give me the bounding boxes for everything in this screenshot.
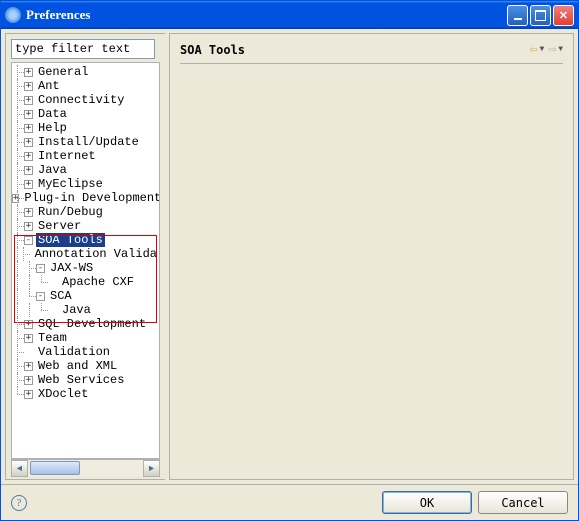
titlebar: Preferences ✕ xyxy=(1,1,578,29)
maximize-button[interactable] xyxy=(530,5,551,26)
expand-icon[interactable]: + xyxy=(24,82,33,91)
tree-item-validation[interactable]: Validation xyxy=(12,345,159,359)
ok-button[interactable]: OK xyxy=(382,491,472,514)
expand-icon[interactable]: + xyxy=(24,362,33,371)
expand-icon[interactable]: + xyxy=(24,180,33,189)
expand-icon[interactable]: + xyxy=(24,334,33,343)
tree-item-rundebug[interactable]: +Run/Debug xyxy=(12,205,159,219)
tree-item-xdoclet[interactable]: +XDoclet xyxy=(12,387,159,401)
app-icon xyxy=(5,7,21,23)
panel-header: SOA Tools ⇦▼ ⇨▼ xyxy=(180,42,563,64)
panel-body xyxy=(180,64,563,471)
expand-icon[interactable]: + xyxy=(24,208,33,217)
right-pane: SOA Tools ⇦▼ ⇨▼ xyxy=(169,33,574,480)
expand-icon[interactable]: + xyxy=(24,222,33,231)
scroll-left-button[interactable]: ◄ xyxy=(11,460,28,477)
arrow-back-icon: ⇦ xyxy=(530,42,538,57)
tree-item-help[interactable]: +Help xyxy=(12,121,159,135)
expand-icon[interactable]: + xyxy=(24,376,33,385)
nav-arrows: ⇦▼ ⇨▼ xyxy=(530,42,563,57)
tree-item-webxml[interactable]: +Web and XML xyxy=(12,359,159,373)
tree-item-server[interactable]: +Server xyxy=(12,219,159,233)
tree-item-general[interactable]: +General xyxy=(12,65,159,79)
chevron-down-icon: ▼ xyxy=(540,45,545,54)
tree-item-myeclipse[interactable]: +MyEclipse xyxy=(12,177,159,191)
expand-icon[interactable]: + xyxy=(24,166,33,175)
expand-icon[interactable]: + xyxy=(24,68,33,77)
preferences-window: Preferences ✕ +General +Ant +Connectivit… xyxy=(0,0,579,521)
expand-icon[interactable]: + xyxy=(24,96,33,105)
horizontal-scrollbar[interactable]: ◄ ► xyxy=(11,459,160,476)
tree-item-plugin[interactable]: +Plug-in Development xyxy=(12,191,159,205)
tree-container: +General +Ant +Connectivity +Data +Help … xyxy=(11,62,160,459)
window-title: Preferences xyxy=(26,7,507,23)
expand-icon[interactable]: + xyxy=(24,390,33,399)
filter-box xyxy=(11,39,160,59)
minimize-button[interactable] xyxy=(507,5,528,26)
chevron-down-icon: ▼ xyxy=(558,45,563,54)
preference-tree: +General +Ant +Connectivity +Data +Help … xyxy=(12,63,159,403)
cancel-button[interactable]: Cancel xyxy=(478,491,568,514)
window-controls: ✕ xyxy=(507,5,574,26)
tree-item-install[interactable]: +Install/Update xyxy=(12,135,159,149)
tree-item-team[interactable]: +Team xyxy=(12,331,159,345)
tree-item-ant[interactable]: +Ant xyxy=(12,79,159,93)
expand-icon[interactable]: + xyxy=(24,110,33,119)
tree-item-java[interactable]: +Java xyxy=(12,163,159,177)
expand-icon[interactable]: + xyxy=(24,138,33,147)
tree-item-connectivity[interactable]: +Connectivity xyxy=(12,93,159,107)
tree-item-internet[interactable]: +Internet xyxy=(12,149,159,163)
forward-button[interactable]: ⇨▼ xyxy=(548,42,563,57)
tree-item-data[interactable]: +Data xyxy=(12,107,159,121)
left-pane: +General +Ant +Connectivity +Data +Help … xyxy=(5,33,165,480)
back-button[interactable]: ⇦▼ xyxy=(530,42,545,57)
bottom-bar: ? OK Cancel xyxy=(1,484,578,520)
content-area: +General +Ant +Connectivity +Data +Help … xyxy=(1,29,578,484)
panel-title: SOA Tools xyxy=(180,43,530,57)
tree-item-webservices[interactable]: +Web Services xyxy=(12,373,159,387)
scroll-right-button[interactable]: ► xyxy=(143,460,160,477)
scroll-track[interactable] xyxy=(28,460,143,476)
expand-icon[interactable]: + xyxy=(24,124,33,133)
filter-input[interactable] xyxy=(11,39,155,59)
scroll-thumb[interactable] xyxy=(30,461,80,475)
expand-icon[interactable]: + xyxy=(24,152,33,161)
arrow-forward-icon: ⇨ xyxy=(548,42,556,57)
help-icon[interactable]: ? xyxy=(11,495,27,511)
close-button[interactable]: ✕ xyxy=(553,5,574,26)
